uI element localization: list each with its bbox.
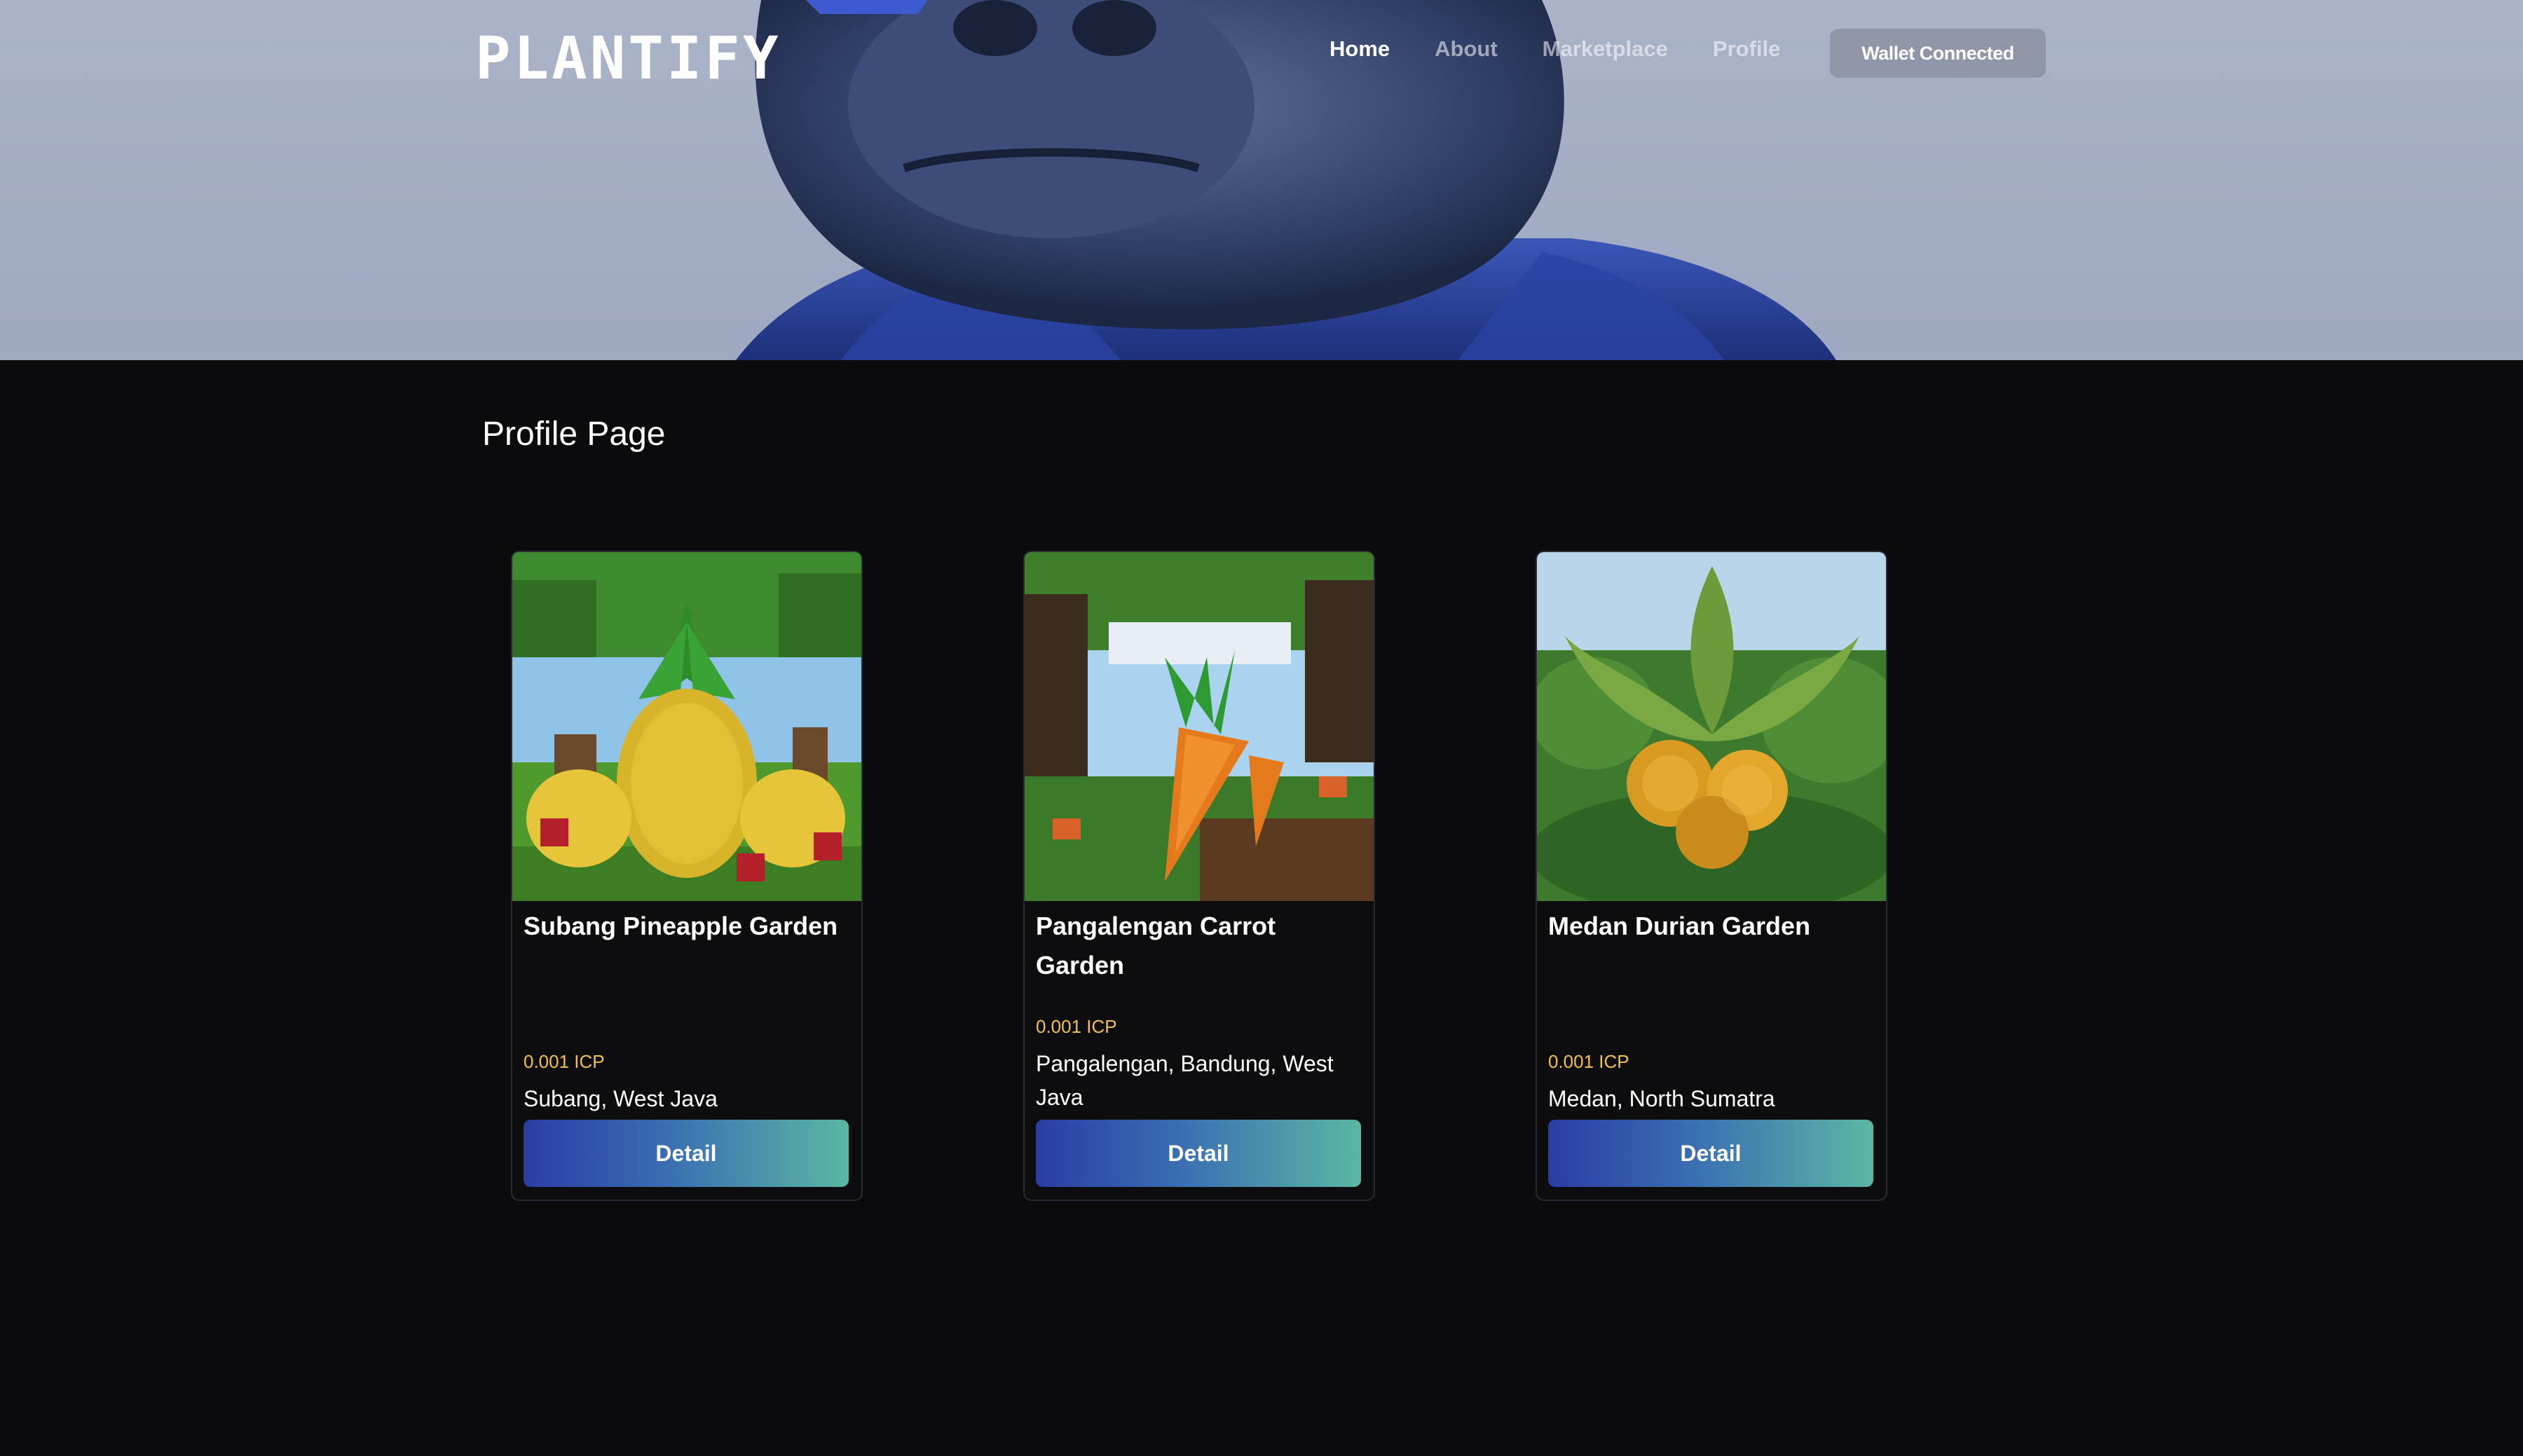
- garden-location: Subang, West Java: [524, 1086, 718, 1111]
- nav-profile[interactable]: Profile: [1713, 36, 1780, 62]
- durian-image: [1537, 552, 1886, 901]
- wallet-connected-button[interactable]: Wallet Connected: [1830, 29, 2046, 78]
- nav-about[interactable]: About: [1435, 36, 1498, 62]
- page-title: Profile Page: [482, 415, 666, 453]
- garden-name: Pangalengan Carrot Garden: [1036, 912, 1276, 980]
- plantify-logo[interactable]: PLANTIFY: [475, 24, 781, 92]
- garden-price: 0.001 ICP: [1036, 1016, 1117, 1037]
- garden-name: Subang Pineapple Garden: [524, 912, 838, 940]
- garden-price: 0.001 ICP: [524, 1051, 605, 1072]
- carrot-image: [1025, 552, 1374, 901]
- main-nav: Home About Marketplace Profile: [1329, 36, 1825, 62]
- nav-marketplace[interactable]: Marketplace: [1543, 36, 1668, 62]
- detail-button[interactable]: Detail: [1548, 1120, 1873, 1187]
- hero-banner: PLANTIFY Home About Marketplace Profile …: [0, 0, 2523, 360]
- detail-button[interactable]: Detail: [524, 1120, 849, 1187]
- detail-button[interactable]: Detail: [1036, 1120, 1361, 1187]
- nav-home[interactable]: Home: [1329, 36, 1390, 62]
- pineapple-image: [512, 552, 861, 901]
- garden-card[interactable]: Pangalengan Carrot Garden 0.001 ICP Pang…: [1023, 551, 1375, 1201]
- garden-card[interactable]: Medan Durian Garden 0.001 ICP Medan, Nor…: [1536, 551, 1887, 1201]
- gorilla-banner-image: [736, 0, 1836, 360]
- garden-location: Medan, North Sumatra: [1548, 1086, 1775, 1111]
- garden-location: Pangalengan, Bandung, West Java: [1036, 1051, 1334, 1110]
- garden-card[interactable]: Subang Pineapple Garden 0.001 ICP Subang…: [511, 551, 863, 1201]
- garden-name: Medan Durian Garden: [1548, 912, 1811, 940]
- garden-price: 0.001 ICP: [1548, 1051, 1629, 1072]
